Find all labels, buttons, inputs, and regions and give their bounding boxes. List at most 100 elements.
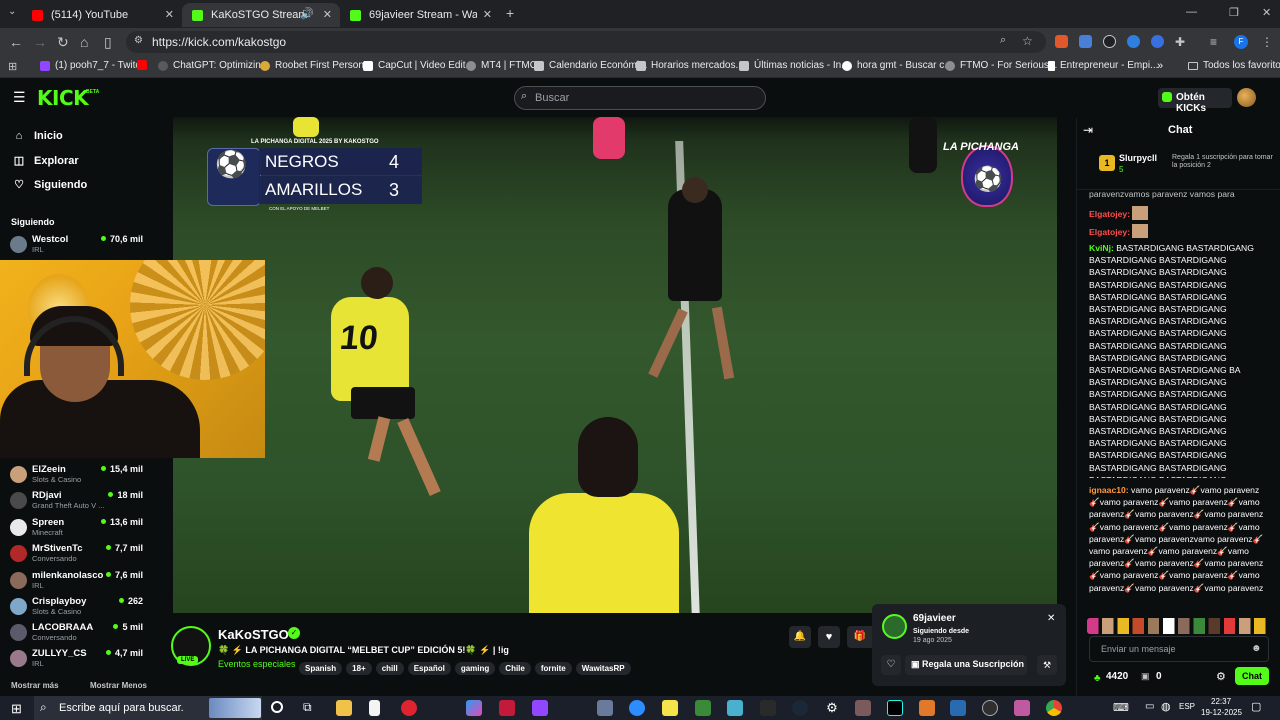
chat-username[interactable]: KviNj: bbox=[1089, 243, 1114, 253]
minecraft-icon[interactable] bbox=[695, 700, 711, 716]
notifications-bell-button[interactable]: 🔔 bbox=[789, 626, 811, 648]
tab-69javieer[interactable]: 69javieer Stream - Watch Live o ✕ bbox=[340, 3, 500, 27]
forward-icon[interactable]: → bbox=[33, 34, 47, 50]
followed-channel[interactable]: Crisplayboy Slots & Casino 262 bbox=[10, 596, 146, 622]
extension-vpn-icon[interactable] bbox=[1151, 35, 1164, 48]
nav-home[interactable]: ⌂ Inicio bbox=[12, 130, 63, 142]
app-icon[interactable] bbox=[760, 700, 776, 716]
app-icon[interactable] bbox=[597, 700, 613, 716]
stream-category[interactable]: Eventos especiales bbox=[218, 659, 296, 669]
extensions-puzzle-icon[interactable]: ✚ bbox=[1175, 34, 1185, 50]
followed-channel[interactable]: milenkanolasco IRL 7,6 mil bbox=[10, 570, 146, 596]
new-tab-button[interactable]: + bbox=[506, 5, 514, 21]
get-kicks-button[interactable]: Obtén KICKs bbox=[1158, 88, 1232, 114]
nav-explore[interactable]: ◫ Explorar bbox=[12, 154, 79, 168]
obs-icon[interactable] bbox=[982, 700, 998, 716]
bookmark-item[interactable]: Roobet First Person... bbox=[260, 60, 372, 71]
extension-translate-icon[interactable] bbox=[1079, 35, 1092, 48]
all-favorites-folder[interactable]: Todos los favoritos bbox=[1188, 60, 1280, 71]
tag[interactable]: Chile bbox=[499, 662, 531, 675]
search-input[interactable]: ⌕ Buscar bbox=[514, 86, 766, 110]
task-view-icon[interactable]: ⧉ bbox=[303, 700, 312, 715]
points-value[interactable]: 4420 bbox=[1106, 671, 1128, 682]
chat-input[interactable]: Enviar un mensaje ☻ bbox=[1089, 636, 1269, 662]
bookmark-item[interactable]: FTMO - For Serious... bbox=[945, 60, 1057, 71]
tag[interactable]: chill bbox=[375, 662, 404, 675]
bookmark-item[interactable]: (1) pooh7_7 - Twitch bbox=[40, 60, 146, 71]
bookmark-item[interactable]: hora gmt - Buscar c... bbox=[842, 60, 953, 71]
steam-app-icon[interactable] bbox=[792, 700, 808, 716]
taskbar-search[interactable]: ⌕ Escribe aquí para buscar. bbox=[34, 696, 262, 720]
bookmarks-overflow-button[interactable]: » bbox=[1157, 60, 1163, 72]
tag[interactable]: 18+ bbox=[346, 662, 372, 675]
tag[interactable]: gaming bbox=[454, 662, 496, 675]
tab-youtube[interactable]: (5114) YouTube ✕ bbox=[22, 3, 182, 27]
bookmark-item[interactable] bbox=[137, 60, 152, 70]
reading-mode-icon[interactable]: ▯ bbox=[104, 34, 112, 50]
chat-username[interactable]: Elgatojey: bbox=[1089, 209, 1130, 219]
cortana-icon[interactable] bbox=[271, 701, 283, 713]
browser-menu-icon[interactable]: ⋮ bbox=[1261, 34, 1273, 50]
network-icon[interactable]: ▭ bbox=[1145, 701, 1154, 712]
bookmark-item[interactable]: Entrepreneur - Empi... bbox=[1048, 60, 1158, 71]
nav-following[interactable]: ♡ Siguiendo bbox=[12, 178, 87, 192]
followed-channel[interactable]: LACOBRAAA Conversando 5 mil bbox=[10, 622, 146, 648]
address-bar[interactable]: ⚙ https://kick.com/kakostgo ⌕ ☆ bbox=[126, 31, 1046, 53]
notepad-icon[interactable] bbox=[369, 700, 380, 716]
tag[interactable]: Spanish bbox=[299, 662, 343, 675]
apps-grid-icon[interactable]: ⊞ bbox=[8, 60, 17, 73]
sticky-notes-icon[interactable] bbox=[662, 700, 678, 716]
tag[interactable]: Español bbox=[407, 662, 451, 675]
zoom-app-icon[interactable] bbox=[629, 700, 645, 716]
twitch-icon[interactable] bbox=[532, 700, 548, 716]
app-icon[interactable] bbox=[855, 700, 871, 716]
notifications-icon[interactable]: ▢ bbox=[1251, 700, 1261, 713]
hamburger-menu-icon[interactable]: ☰ bbox=[13, 89, 26, 106]
windows-start-icon[interactable]: ⊞ bbox=[11, 701, 22, 717]
copilot-icon[interactable] bbox=[466, 700, 482, 716]
window-close-icon[interactable]: ✕ bbox=[1262, 6, 1271, 19]
tiktok-icon[interactable] bbox=[887, 700, 903, 716]
taskbar-date[interactable]: 19-12-2025 bbox=[1201, 708, 1242, 717]
chat-username[interactable]: ignaac10: bbox=[1089, 485, 1129, 495]
close-icon[interactable]: ✕ bbox=[323, 8, 332, 21]
tag[interactable]: fornite bbox=[534, 662, 572, 675]
opera-icon[interactable] bbox=[401, 700, 417, 716]
app-icon[interactable] bbox=[727, 700, 743, 716]
followed-channel[interactable]: Westcol IRL 70,6 mil bbox=[10, 234, 146, 260]
show-less-button[interactable]: Mostrar Menos bbox=[90, 681, 147, 690]
followed-channel[interactable]: Spreen Minecraft 13,6 mil bbox=[10, 517, 146, 543]
tag[interactable]: WawitasRP bbox=[575, 662, 631, 675]
app-icon[interactable] bbox=[499, 700, 515, 716]
app-icon[interactable] bbox=[919, 700, 935, 716]
settings-icon[interactable]: ⚙ bbox=[824, 700, 840, 716]
chat-username[interactable]: Elgatojey: bbox=[1089, 227, 1130, 237]
bookmark-item[interactable]: Horarios mercados... bbox=[636, 60, 744, 71]
url-text[interactable]: https://kick.com/kakostgo bbox=[152, 35, 286, 49]
subs-value[interactable]: 0 bbox=[1156, 671, 1162, 682]
kick-logo[interactable]: KICK bbox=[37, 86, 89, 110]
moderation-button[interactable]: ⚒ bbox=[1037, 655, 1057, 675]
minimize-icon[interactable]: — bbox=[1186, 6, 1197, 18]
bookmark-item[interactable]: MT4 | FTMO bbox=[466, 60, 537, 71]
gift-sub-button[interactable]: 🎁 bbox=[847, 626, 873, 648]
followed-channel[interactable]: ZULLYY_CS IRL 4,7 mil bbox=[10, 648, 146, 674]
close-icon[interactable]: ✕ bbox=[1047, 613, 1055, 624]
close-icon[interactable]: ✕ bbox=[165, 8, 174, 21]
app-icon[interactable] bbox=[1014, 700, 1030, 716]
user-avatar[interactable] bbox=[1237, 88, 1256, 107]
bookmark-item[interactable]: ChatGPT: Optimizin... bbox=[158, 60, 269, 71]
followed-channel[interactable]: RDjavi Grand Theft Auto V ... 18 mil bbox=[10, 490, 146, 516]
user-name[interactable]: 69javieer bbox=[913, 613, 956, 624]
profile-avatar[interactable]: F bbox=[1234, 35, 1248, 49]
follow-heart-button[interactable]: ♡ bbox=[881, 655, 901, 675]
chat-settings-icon[interactable]: ⚙ bbox=[1216, 670, 1226, 683]
speaker-icon[interactable]: 🔊 bbox=[300, 7, 314, 20]
bookmark-item[interactable]: Calendario Económi... bbox=[534, 60, 647, 71]
close-icon[interactable]: ✕ bbox=[483, 8, 492, 21]
bookmark-star-icon[interactable]: ☆ bbox=[1022, 34, 1033, 48]
home-icon[interactable]: ⌂ bbox=[80, 34, 88, 50]
media-control-icon[interactable]: ≡ bbox=[1210, 34, 1217, 50]
chrome-icon[interactable] bbox=[1046, 700, 1062, 716]
tab-list-icon[interactable]: ⌄ bbox=[8, 6, 16, 17]
